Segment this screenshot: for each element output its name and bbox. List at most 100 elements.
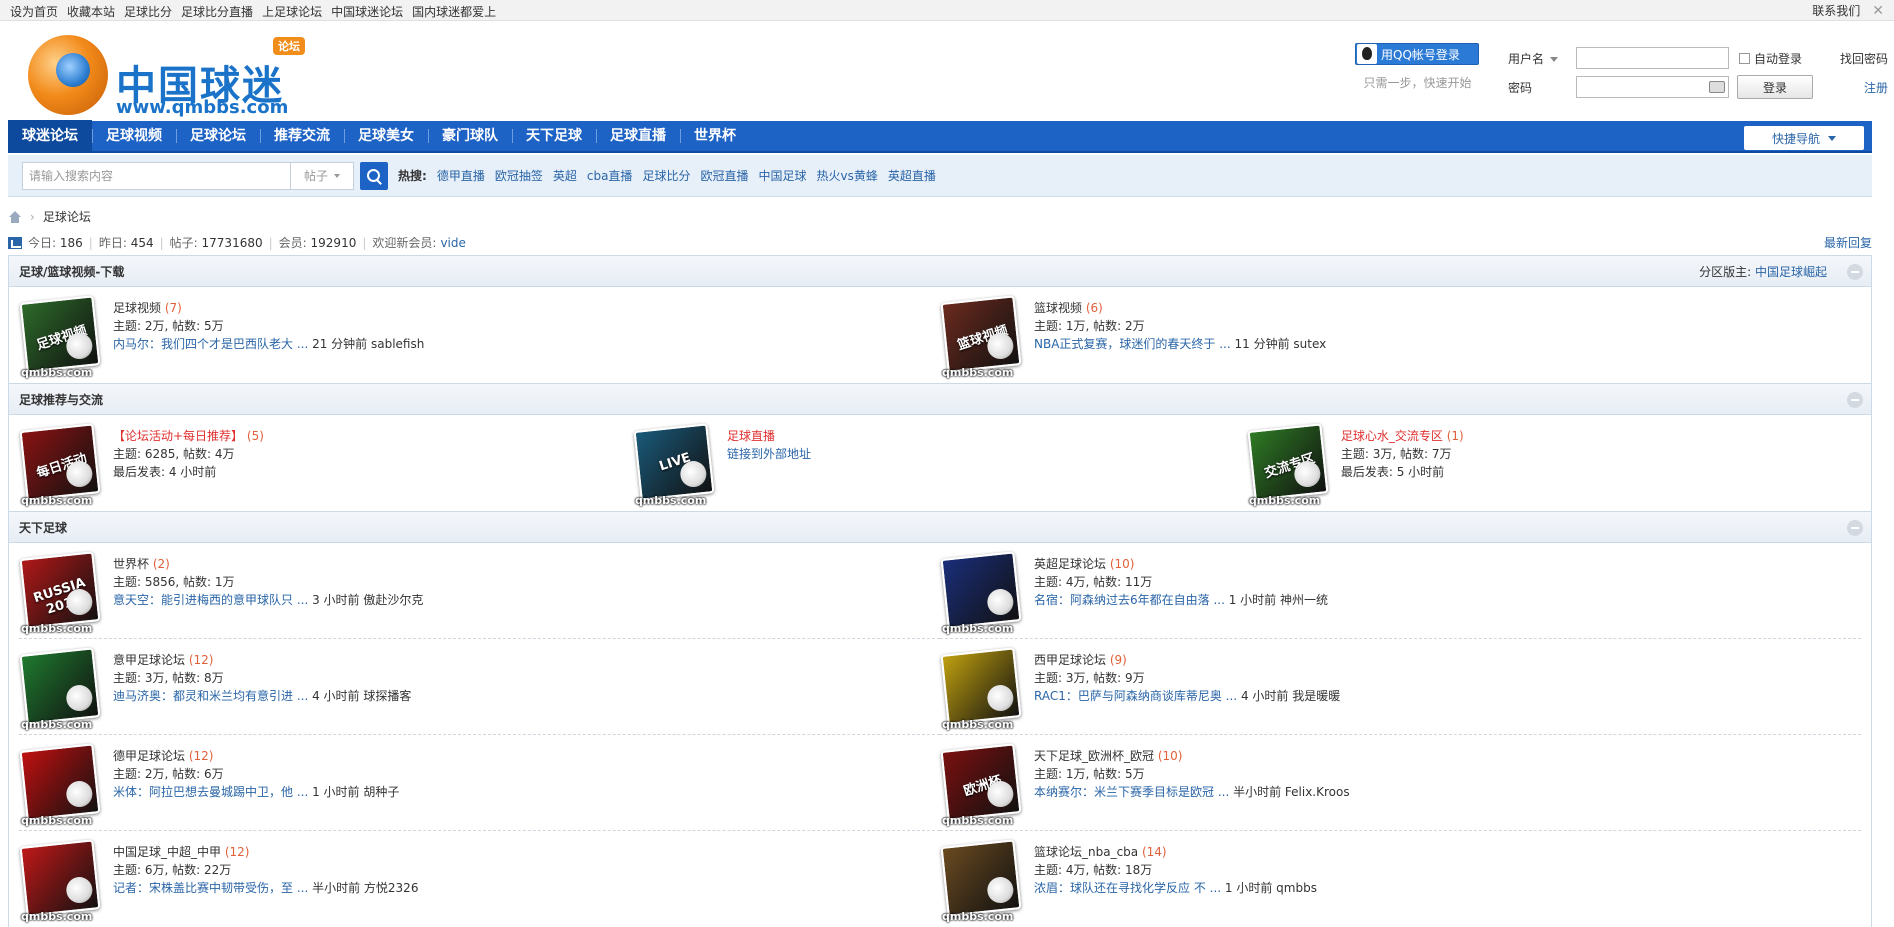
password-input[interactable] <box>1576 76 1729 98</box>
top-link-score[interactable]: 足球比分 <box>124 3 172 20</box>
forum-title-link[interactable]: 篮球视频 <box>1034 301 1082 315</box>
moderator-link[interactable]: 中国足球崛起 <box>1755 265 1827 279</box>
forum-icon[interactable]: 交流专区 qmbbs.com <box>1247 423 1329 507</box>
forum-title-link[interactable]: 天下足球_欧洲杯_欧冠 <box>1034 749 1154 763</box>
section-title[interactable]: 足球/篮球视频-下载 <box>19 263 124 280</box>
search-button[interactable] <box>360 161 388 190</box>
nav-item-world-cup[interactable]: 世界杯 <box>680 120 750 152</box>
collapse-icon[interactable] <box>1847 520 1863 536</box>
forum-meta: 主题: 3万, 帖数: 8万 <box>113 671 224 685</box>
forum-icon[interactable]: 足球视频 qmbbs.com <box>19 295 101 379</box>
nav-item-football-video[interactable]: 足球视频 <box>92 120 176 152</box>
collapse-icon[interactable] <box>1847 392 1863 408</box>
last-post-link[interactable]: 最后发表: 5 小时前 <box>1341 465 1444 479</box>
newest-member-link[interactable]: vide <box>440 236 465 250</box>
hot-keyword[interactable]: 欧冠直播 <box>700 167 748 184</box>
last-post-link[interactable]: 米体：阿拉巴想去曼城踢中卫，他 ... <box>113 785 308 799</box>
breadcrumb-current[interactable]: 足球论坛 <box>43 208 91 225</box>
home-icon[interactable] <box>8 210 22 223</box>
search-type-select[interactable]: 帖子 <box>291 161 354 190</box>
nav-item-fans-forum[interactable]: 球迷论坛 <box>8 120 92 152</box>
forum-icon[interactable]: qmbbs.com <box>940 551 1022 635</box>
site-logo[interactable]: 中国球迷 www.qmbbs.com 论坛 <box>28 35 308 118</box>
last-post-link[interactable]: RAC1：巴萨与阿森纳商谈库蒂尼奥 ... <box>1034 689 1237 703</box>
last-post-link[interactable]: 迪马济奥：都灵和米兰均有意引进 ... <box>113 689 308 703</box>
last-post-link[interactable]: 名宿：阿森纳过去6年都在自由落 ... <box>1034 593 1225 607</box>
forum-title-link[interactable]: 中国足球_中超_中甲 <box>113 845 221 859</box>
nav-item-football-forum[interactable]: 足球论坛 <box>176 120 260 152</box>
latest-replies-link[interactable]: 最新回复 <box>1824 234 1872 251</box>
section-header: 天下足球 <box>9 511 1871 543</box>
hot-keyword[interactable]: 英超直播 <box>888 167 936 184</box>
hot-keyword[interactable]: 中国足球 <box>758 167 806 184</box>
top-link-cn-forum[interactable]: 中国球迷论坛 <box>331 3 403 20</box>
nav-item-top-teams[interactable]: 豪门球队 <box>428 120 512 152</box>
qq-login-button[interactable]: 用QQ帐号登录 <box>1355 43 1479 65</box>
forum-title-link[interactable]: 德甲足球论坛 <box>113 749 185 763</box>
nav-item-beauty[interactable]: 足球美女 <box>344 120 428 152</box>
forum-title-link[interactable]: 足球直播 <box>727 429 775 443</box>
forum-icon[interactable]: qmbbs.com <box>940 647 1022 731</box>
forum-info: 天下足球_欧洲杯_欧冠 (10) 主题: 1万, 帖数: 5万 本纳赛尔：米兰下… <box>1034 747 1350 822</box>
auto-login-checkbox[interactable] <box>1739 52 1750 64</box>
top-link-bookmark[interactable]: 收藏本站 <box>67 3 115 20</box>
hot-keyword[interactable]: 欧冠抽签 <box>495 167 543 184</box>
forum-title-link[interactable]: 西甲足球论坛 <box>1034 653 1106 667</box>
forum-title-link[interactable]: 意甲足球论坛 <box>113 653 185 667</box>
quick-nav-button[interactable]: 快捷导航 <box>1744 126 1864 150</box>
forum-title-link[interactable]: 世界杯 <box>113 557 149 571</box>
close-icon[interactable]: ✕ <box>1872 3 1884 19</box>
forum-icon[interactable]: qmbbs.com <box>19 647 101 731</box>
hot-keyword[interactable]: 热火vs黄蜂 <box>816 167 877 184</box>
last-post-link[interactable]: 浓眉：球队还在寻找化学反应 不 ... <box>1034 881 1221 895</box>
username-label[interactable]: 用户名 <box>1508 50 1576 67</box>
section-title[interactable]: 天下足球 <box>19 519 67 536</box>
top-link-homepage[interactable]: 设为首页 <box>10 3 58 20</box>
contact-link[interactable]: 联系我们 <box>1812 2 1860 19</box>
username-input[interactable] <box>1576 47 1729 69</box>
forum-title-link[interactable]: 足球视频 <box>113 301 161 315</box>
forum-icon[interactable]: 每日活动 qmbbs.com <box>19 423 101 507</box>
forum-title-link[interactable]: 篮球论坛_nba_cba <box>1034 845 1138 859</box>
breadcrumb: › 足球论坛 <box>8 208 91 225</box>
login-button[interactable]: 登录 <box>1737 75 1813 99</box>
section-title[interactable]: 足球推荐与交流 <box>19 391 103 408</box>
nav-item-live[interactable]: 足球直播 <box>596 120 680 152</box>
soccer-ball-icon <box>65 779 94 809</box>
nav-item-recommend[interactable]: 推荐交流 <box>260 120 344 152</box>
top-link-forum[interactable]: 上足球论坛 <box>262 3 322 20</box>
last-post-link[interactable]: 最后发表: 4 小时前 <box>113 465 216 479</box>
hot-keyword[interactable]: 英超 <box>553 167 577 184</box>
hot-keyword[interactable]: 德甲直播 <box>437 167 485 184</box>
collapse-icon[interactable] <box>1847 264 1863 280</box>
top-link-live-score[interactable]: 足球比分直播 <box>181 3 253 20</box>
register-link[interactable]: 注册 <box>1864 79 1888 96</box>
forum-title-link[interactable]: 足球心水_交流专区 <box>1341 429 1443 443</box>
last-post-link[interactable]: 意天空：能引进梅西的意甲球队只 ... <box>113 593 308 607</box>
forum-icon[interactable]: 欧洲杯 qmbbs.com <box>940 743 1022 827</box>
soccer-ball-icon <box>679 459 708 489</box>
forum-item: 交流专区 qmbbs.com 足球心水_交流专区 (1) 主题: 3万, 帖数:… <box>1247 415 1861 511</box>
search-bar: 请输入搜索内容 帖子 热搜: 德甲直播 欧冠抽签 英超 cba直播 足球比分 欧… <box>8 155 1872 197</box>
auto-login-toggle[interactable]: 自动登录 <box>1739 50 1802 67</box>
last-post-link[interactable]: NBA正式复赛，球迷们的春天终于 ... <box>1034 337 1231 351</box>
forum-item: RUSSIA 2018 qmbbs.com 世界杯 (2) 主题: 5856, … <box>19 543 940 639</box>
forum-icon[interactable]: LIVE qmbbs.com <box>633 423 715 507</box>
forum-info: 篮球视频 (6) 主题: 1万, 帖数: 2万 NBA正式复赛，球迷们的春天终于… <box>1034 299 1326 375</box>
hot-keyword[interactable]: 足球比分 <box>642 167 690 184</box>
hot-keyword[interactable]: cba直播 <box>587 167 633 184</box>
last-post-link[interactable]: 本纳赛尔：米兰下赛季目标是欧冠 ... <box>1034 785 1229 799</box>
forum-icon[interactable]: 篮球视频 qmbbs.com <box>940 295 1022 379</box>
search-input[interactable]: 请输入搜索内容 <box>22 161 291 190</box>
last-post-link[interactable]: 记者：宋株盖比赛中韧带受伤，至 ... <box>113 881 308 895</box>
forum-icon[interactable]: RUSSIA 2018 qmbbs.com <box>19 551 101 635</box>
find-password-link[interactable]: 找回密码 <box>1840 50 1888 67</box>
last-post-link[interactable]: 内马尔：我们四个才是巴西队老大 ... <box>113 337 308 351</box>
nav-item-world-football[interactable]: 天下足球 <box>512 120 596 152</box>
forum-icon[interactable]: qmbbs.com <box>19 743 101 827</box>
forum-title-link[interactable]: 英超足球论坛 <box>1034 557 1106 571</box>
forum-title-link[interactable]: 【论坛活动+每日推荐】 <box>113 429 243 443</box>
keyboard-icon[interactable] <box>1709 81 1725 93</box>
top-link-fans[interactable]: 国内球迷都爱上 <box>412 3 496 20</box>
watermark: qmbbs.com <box>942 910 1014 923</box>
